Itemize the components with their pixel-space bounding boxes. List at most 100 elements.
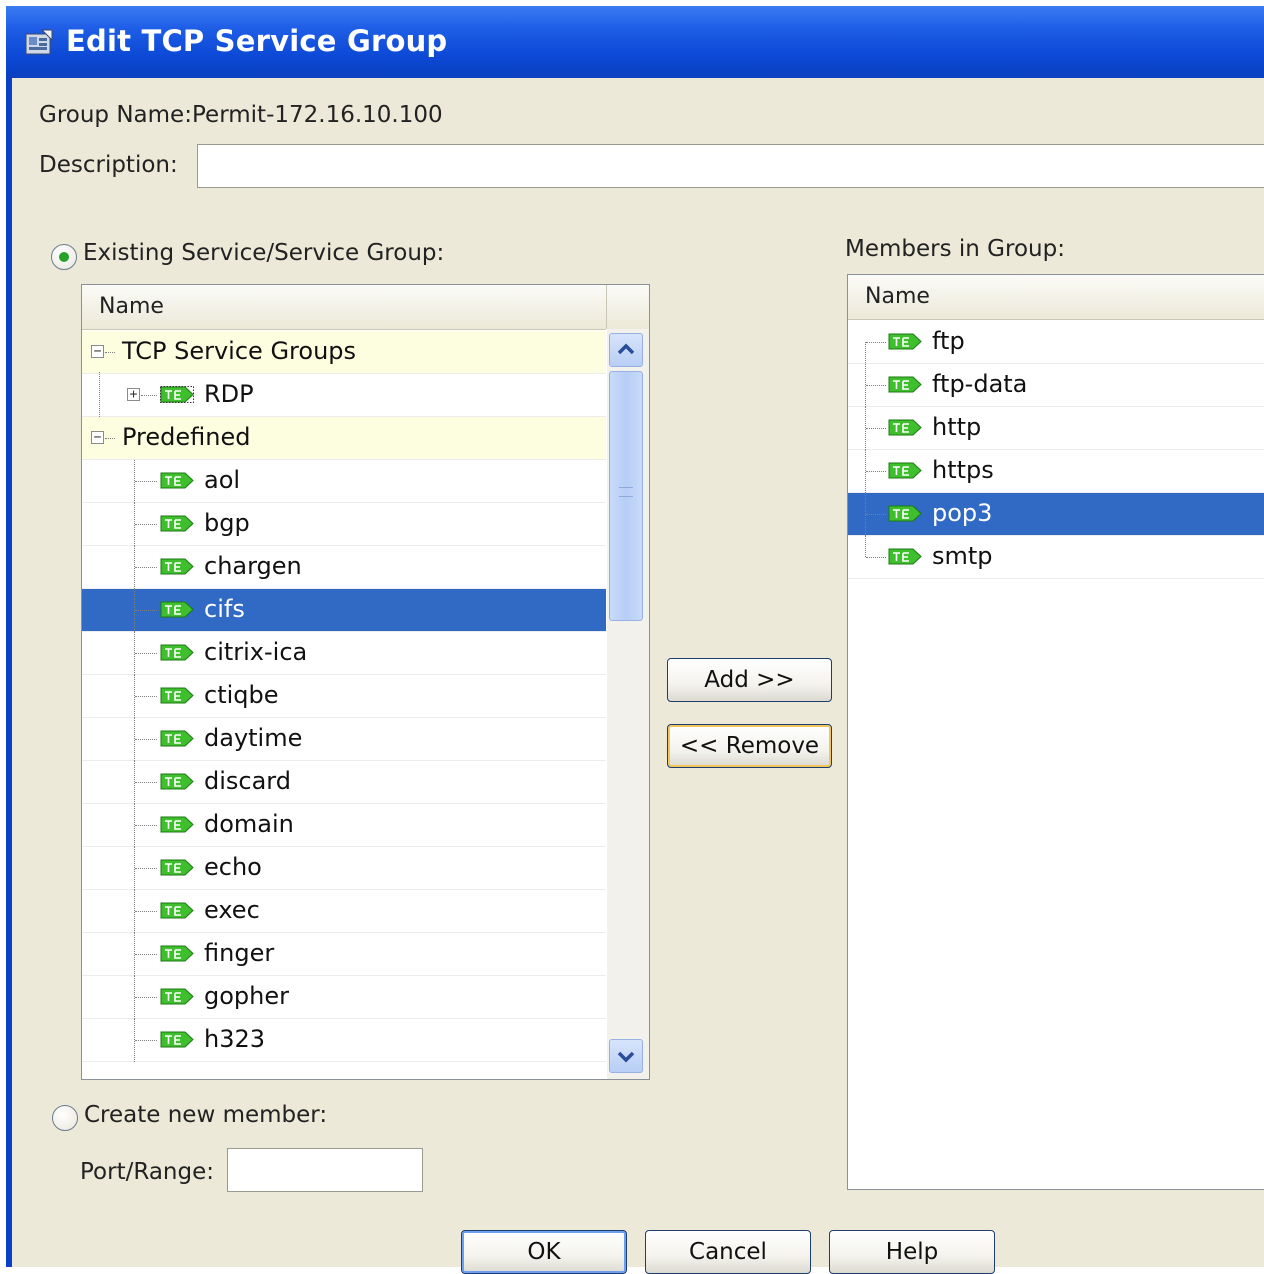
tree-item-label: RDP	[204, 380, 254, 408]
add-button[interactable]: Add >>	[667, 658, 832, 702]
tcp-service-icon	[888, 462, 922, 479]
tree-connector	[866, 514, 886, 515]
tree-item-row[interactable]: ctiqbe	[82, 675, 606, 718]
port-range-field[interactable]	[227, 1148, 423, 1192]
chevron-down-icon	[617, 1051, 635, 1063]
scroll-thumb[interactable]	[609, 371, 643, 621]
tcp-service-icon	[160, 773, 194, 790]
tree-connector	[135, 524, 157, 525]
tree-item-row[interactable]: finger	[82, 933, 606, 976]
tree-item-label: chargen	[204, 552, 302, 580]
tree-item-label: discard	[204, 767, 291, 795]
help-button[interactable]: Help	[829, 1230, 995, 1274]
vertical-scrollbar[interactable]	[607, 329, 649, 1079]
tcp-service-icon	[160, 945, 194, 962]
create-new-member-label: Create new member:	[84, 1102, 328, 1128]
member-label: ftp-data	[932, 370, 1028, 398]
column-header-filler	[606, 285, 649, 329]
tcp-service-icon	[160, 558, 194, 575]
scroll-down-button[interactable]	[609, 1039, 643, 1073]
member-row[interactable]: ftp-data	[848, 364, 1264, 407]
tree-item-label: domain	[204, 810, 294, 838]
member-row[interactable]: pop3	[848, 493, 1264, 536]
member-row[interactable]: http	[848, 407, 1264, 450]
title-bar[interactable]: Edit TCP Service Group	[6, 6, 1264, 78]
tree-item-label: daytime	[204, 724, 303, 752]
members-column-header[interactable]: Name	[848, 275, 1264, 320]
tree-connector	[865, 536, 866, 557]
dialog-body: Group Name: Permit-172.16.10.100 Descrip…	[12, 78, 1264, 1274]
tree-item-row[interactable]: h323	[82, 1019, 606, 1062]
tree-item-row[interactable]: cifs	[82, 589, 606, 632]
tree-connector	[135, 653, 157, 654]
window-app-icon	[25, 29, 53, 55]
tree-item-row[interactable]: citrix-ica	[82, 632, 606, 675]
tree-item-row[interactable]: bgp	[82, 503, 606, 546]
tree-collapse-icon[interactable]: −	[91, 345, 104, 358]
tree-item-row[interactable]: domain	[82, 804, 606, 847]
tree-item-row[interactable]: chargen	[82, 546, 606, 589]
existing-service-label: Existing Service/Service Group:	[83, 240, 445, 266]
tree-connector	[135, 567, 157, 568]
cancel-button[interactable]: Cancel	[645, 1230, 811, 1274]
remove-button[interactable]: << Remove	[667, 724, 832, 768]
port-range-label: Port/Range:	[80, 1159, 214, 1185]
tree-connector	[866, 428, 886, 429]
member-label: ftp	[932, 327, 965, 355]
create-new-member-radio[interactable]	[52, 1105, 78, 1131]
tree-item-row[interactable]: aol	[82, 460, 606, 503]
tcp-service-icon	[160, 386, 194, 403]
tree-item-row[interactable]: discard	[82, 761, 606, 804]
tree-item-row[interactable]: + RDP	[82, 372, 606, 417]
member-label: http	[932, 413, 982, 441]
tree-item-row[interactable]: daytime	[82, 718, 606, 761]
tree-item-label: h323	[204, 1025, 266, 1053]
tree-item-label: exec	[204, 896, 260, 924]
tree-item-label: cifs	[204, 595, 245, 623]
tree-connector	[135, 610, 157, 611]
tree-connector	[135, 825, 157, 826]
tree-connector	[866, 342, 886, 343]
tree-item-row[interactable]: echo	[82, 847, 606, 890]
tcp-service-icon	[160, 988, 194, 1005]
member-row[interactable]: https	[848, 450, 1264, 493]
tree-group-row[interactable]: − Predefined	[82, 417, 606, 460]
tree-connector	[135, 696, 157, 697]
member-label: https	[932, 456, 994, 484]
tree-item-row[interactable]: gopher	[82, 976, 606, 1019]
tree-connector	[135, 739, 157, 740]
tree-item-label: finger	[204, 939, 275, 967]
tree-connector	[135, 911, 157, 912]
tcp-service-icon	[888, 376, 922, 393]
tcp-service-icon	[888, 419, 922, 436]
tree-item-row[interactable]: exec	[82, 890, 606, 933]
tree-expand-icon[interactable]: +	[127, 388, 140, 401]
member-row[interactable]: ftp	[848, 321, 1264, 385]
tcp-service-icon	[888, 505, 922, 522]
description-field[interactable]	[197, 144, 1264, 188]
tcp-service-icon	[888, 333, 922, 350]
tree-item-label: TCP Service Groups	[122, 337, 357, 365]
existing-service-list[interactable]: Name − TCP Service Groups + RDP − Predefined a…	[81, 284, 650, 1080]
members-column-header-label: Name	[865, 284, 930, 309]
column-header-name[interactable]: Name	[82, 285, 606, 330]
members-list[interactable]: Name ftp ftp-data http https pop3 smtp	[847, 274, 1264, 1190]
tcp-service-icon	[888, 548, 922, 565]
radio-selected-dot	[59, 252, 69, 262]
scroll-up-button[interactable]	[609, 333, 643, 367]
tree-connector	[135, 868, 157, 869]
tcp-service-icon	[160, 816, 194, 833]
member-row[interactable]: smtp	[848, 536, 1264, 579]
group-name-label: Group Name:	[39, 102, 192, 128]
tree-connector	[105, 438, 115, 439]
ok-button[interactable]: OK	[461, 1230, 627, 1274]
tcp-service-icon	[160, 472, 194, 489]
existing-service-radio[interactable]	[51, 244, 77, 270]
tree-item-label: Predefined	[122, 423, 251, 451]
members-label: Members in Group:	[845, 236, 1065, 262]
tree-collapse-icon[interactable]: −	[91, 431, 104, 444]
tree-connector	[866, 557, 886, 558]
tree-group-row[interactable]: − TCP Service Groups	[82, 331, 606, 374]
tree-connector	[135, 954, 157, 955]
chevron-up-icon	[617, 343, 635, 355]
